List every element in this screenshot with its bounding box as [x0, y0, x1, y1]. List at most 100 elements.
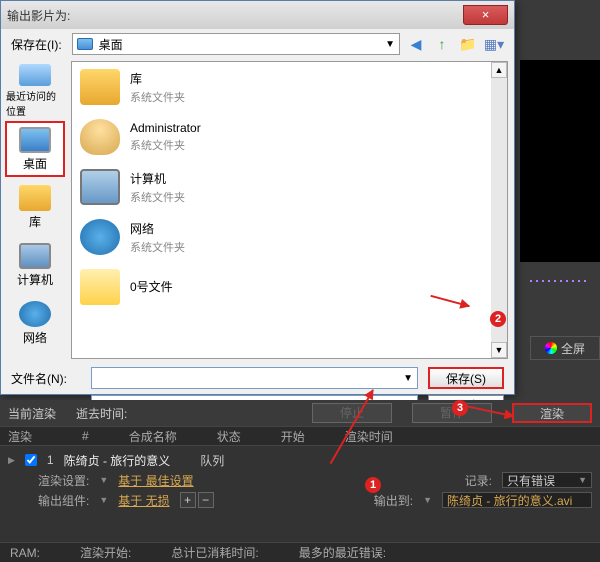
stop-button[interactable]: 停止: [312, 403, 392, 423]
output-to-label: 输出到:: [374, 492, 413, 509]
col-status: 状态: [217, 428, 241, 445]
preview-area: [520, 60, 600, 262]
columns-header: 渲染 # 合成名称 状态 开始 渲染时间: [0, 426, 600, 446]
queue-status: 队列: [200, 452, 224, 469]
col-render: 渲染: [8, 428, 32, 445]
output-module-label: 输出组件:: [38, 492, 89, 509]
errors-label: 最多的最近错误:: [299, 544, 386, 561]
chevron-down-icon: ▼: [385, 39, 395, 50]
computer-icon: [80, 169, 120, 205]
up-icon[interactable]: ↑: [432, 34, 452, 54]
fullscreen-button[interactable]: 全屏: [530, 336, 600, 360]
log-value: 只有错误: [507, 472, 555, 489]
annotation-badge-1: 1: [365, 477, 381, 493]
log-combo[interactable]: 只有错误▼: [502, 472, 592, 488]
item-name: 计算机: [130, 170, 185, 187]
queue-checkbox[interactable]: [25, 454, 37, 466]
place-desktop[interactable]: 桌面: [5, 121, 65, 177]
back-icon[interactable]: ◀: [406, 34, 426, 54]
network-icon: [19, 301, 51, 327]
titlebar[interactable]: 输出影片为: ×: [1, 1, 514, 29]
scroll-down-icon[interactable]: ▼: [491, 342, 507, 358]
newfolder-icon[interactable]: 📁: [458, 34, 478, 54]
place-computer[interactable]: 计算机: [5, 237, 65, 293]
item-name: 0号文件: [130, 278, 173, 295]
item-sub: 系统文件夹: [130, 239, 185, 255]
current-render-label: 当前渲染: [8, 405, 56, 422]
elapsed-label: 逝去时间:: [76, 405, 127, 422]
minus-button[interactable]: −: [198, 492, 214, 508]
item-name: 库: [130, 70, 185, 87]
filename-label: 文件名(N):: [11, 370, 81, 387]
output-module-link[interactable]: 基于 无损: [118, 492, 169, 509]
place-label: 计算机: [17, 271, 53, 288]
dialog-title: 输出影片为:: [7, 7, 463, 24]
save-dialog: 输出影片为: × 保存在(I): 桌面 ▼ ◀ ↑ 📁 ▦▾ 最近访问的位置 桌…: [0, 0, 515, 395]
render-queue: ▶ 1 陈绮贞 - 旅行的意义 队列 渲染设置: ▼ 基于 最佳设置 记录: 只…: [0, 446, 600, 514]
user-icon: [80, 119, 120, 155]
render-settings-label: 渲染设置:: [38, 472, 89, 489]
render-settings-link[interactable]: 基于 最佳设置: [118, 472, 193, 489]
render-panel: 当前渲染 逝去时间: 停止 暂停 渲染 渲染 # 合成名称 状态 开始 渲染时间…: [0, 400, 600, 562]
location-combo[interactable]: 桌面 ▼: [72, 33, 400, 55]
place-label: 最近访问的位置: [6, 88, 64, 118]
color-icon: [545, 342, 557, 354]
expand-icon[interactable]: ▶: [8, 455, 15, 466]
folder-icon: [80, 69, 120, 105]
output-to-value: 陈绮贞 - 旅行的意义.avi: [447, 492, 572, 509]
queue-item[interactable]: ▶ 1 陈绮贞 - 旅行的意义 队列: [8, 450, 592, 470]
col-start: 开始: [281, 428, 305, 445]
col-comp: 合成名称: [129, 428, 177, 445]
file-list[interactable]: 库系统文件夹 Administrator系统文件夹 计算机系统文件夹 网络系统文…: [71, 61, 508, 359]
place-label: 桌面: [23, 155, 47, 172]
item-name: 网络: [130, 220, 185, 237]
savein-label: 保存在(I):: [11, 36, 62, 53]
item-sub: 系统文件夹: [130, 137, 201, 153]
dialog-body: 最近访问的位置 桌面 库 计算机 网络 库系统文件夹 Administrator…: [1, 59, 514, 361]
chevron-down-icon: ▼: [403, 373, 413, 384]
log-label: 记录:: [465, 472, 492, 489]
output-to-link[interactable]: 陈绮贞 - 旅行的意义.avi: [442, 492, 592, 508]
list-item[interactable]: 0号文件: [72, 262, 507, 312]
render-button[interactable]: 渲染: [512, 403, 592, 423]
views-icon[interactable]: ▦▾: [484, 34, 504, 54]
plus-button[interactable]: +: [180, 492, 196, 508]
recent-icon: [19, 64, 51, 86]
list-item[interactable]: 计算机系统文件夹: [72, 162, 507, 212]
place-libraries[interactable]: 库: [5, 179, 65, 235]
fullscreen-label: 全屏: [561, 340, 585, 357]
start-label: 渲染开始:: [80, 544, 131, 561]
computer-icon: [19, 243, 51, 269]
place-label: 网络: [23, 329, 47, 346]
folder-icon: [80, 269, 120, 305]
close-button[interactable]: ×: [463, 5, 508, 25]
place-label: 库: [29, 213, 41, 230]
location-text: 桌面: [99, 36, 123, 53]
list-item[interactable]: 网络系统文件夹: [72, 212, 507, 262]
col-time: 渲染时间: [345, 428, 393, 445]
plus-minus: +−: [180, 492, 214, 508]
annotation-badge-2: 2: [490, 311, 506, 327]
list-item[interactable]: Administrator 系统文件夹: [72, 112, 507, 162]
annotation-badge-3: 3: [452, 400, 468, 416]
network-icon: [80, 219, 120, 255]
queue-comp: 陈绮贞 - 旅行的意义: [64, 452, 171, 469]
list-item[interactable]: 库系统文件夹: [72, 62, 507, 112]
total-label: 总计已消耗时间:: [171, 544, 258, 561]
library-icon: [19, 185, 51, 211]
save-button[interactable]: 保存(S): [428, 367, 504, 389]
item-sub: 系统文件夹: [130, 89, 185, 105]
toolbar: 保存在(I): 桌面 ▼ ◀ ↑ 📁 ▦▾: [1, 29, 514, 59]
filename-input[interactable]: 陈绮贞 - 旅行的意义.avi ▼: [91, 367, 418, 389]
desktop-icon: [19, 127, 51, 153]
desktop-icon: [77, 38, 93, 50]
item-name: Administrator: [130, 121, 201, 135]
place-network[interactable]: 网络: [5, 295, 65, 351]
places-bar: 最近访问的位置 桌面 库 计算机 网络: [1, 59, 69, 361]
timeline-dots: [530, 280, 590, 282]
filename-value: 陈绮贞 - 旅行的意义.avi: [96, 370, 225, 387]
scroll-up-icon[interactable]: ▲: [491, 62, 507, 78]
status-bar: RAM: 渲染开始: 总计已消耗时间: 最多的最近错误:: [0, 542, 600, 562]
place-recent[interactable]: 最近访问的位置: [5, 63, 65, 119]
item-sub: 系统文件夹: [130, 189, 185, 205]
